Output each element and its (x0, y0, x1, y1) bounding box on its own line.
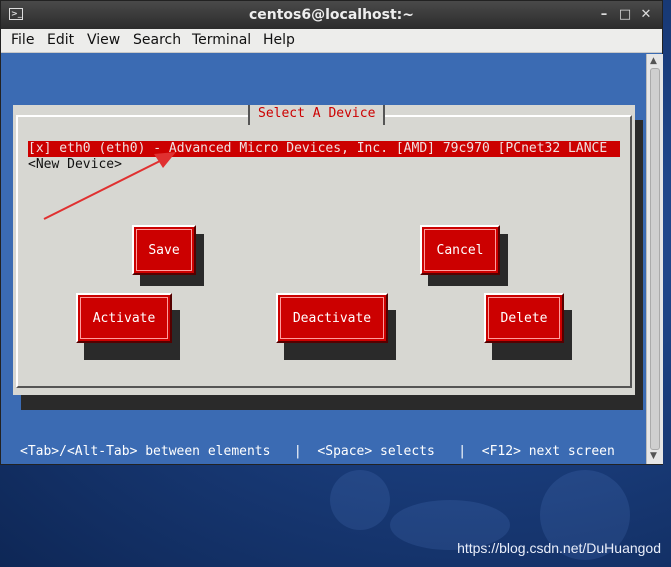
terminal-window: >_ centos6@localhost:~ – □ ✕ File Edit V… (0, 0, 663, 465)
close-button[interactable]: ✕ (639, 7, 653, 22)
delete-button-label: Delete (500, 310, 548, 326)
scroll-down-icon[interactable]: ▼ (650, 451, 657, 461)
select-device-dialog: Select A Device [x] eth0 (eth0) - Advanc… (13, 105, 635, 395)
activate-button[interactable]: Activate (76, 293, 172, 343)
delete-button[interactable]: Delete (484, 293, 564, 343)
menu-file[interactable]: File (11, 32, 34, 48)
deactivate-button-label: Deactivate (292, 310, 372, 326)
status-bar-hint: <Tab>/<Alt-Tab> between elements | <Spac… (20, 444, 615, 459)
title-bar[interactable]: >_ centos6@localhost:~ – □ ✕ (1, 1, 662, 29)
menu-search[interactable]: Search (133, 32, 181, 48)
menu-view[interactable]: View (87, 32, 120, 48)
vertical-scrollbar[interactable]: ▲ ▼ (646, 54, 663, 464)
device-item-new[interactable]: <New Device> (28, 157, 620, 173)
activate-button-label: Activate (92, 310, 156, 326)
menu-edit[interactable]: Edit (47, 32, 74, 48)
minimize-button[interactable]: – (597, 7, 611, 22)
device-list: [x] eth0 (eth0) - Advanced Micro Devices… (28, 141, 620, 173)
menu-help[interactable]: Help (263, 32, 295, 48)
cancel-button-label: Cancel (436, 242, 484, 258)
dialog-title: Select A Device (248, 105, 386, 125)
menu-bar: File Edit View Search Terminal Help (1, 29, 662, 53)
menu-terminal[interactable]: Terminal (192, 32, 251, 48)
watermark-text: https://blog.csdn.net/DuHuangod (457, 540, 661, 556)
save-button-label: Save (148, 242, 180, 258)
device-item-eth0[interactable]: [x] eth0 (eth0) - Advanced Micro Devices… (28, 141, 620, 157)
desktop-decoration (330, 470, 390, 530)
cancel-button[interactable]: Cancel (420, 225, 500, 275)
terminal-area[interactable]: Select A Device [x] eth0 (eth0) - Advanc… (1, 54, 646, 464)
maximize-button[interactable]: □ (618, 7, 632, 22)
scroll-up-icon[interactable]: ▲ (650, 56, 657, 66)
deactivate-button[interactable]: Deactivate (276, 293, 388, 343)
scrollbar-thumb[interactable] (650, 68, 660, 450)
save-button[interactable]: Save (132, 225, 196, 275)
window-title: centos6@localhost:~ (248, 7, 415, 23)
